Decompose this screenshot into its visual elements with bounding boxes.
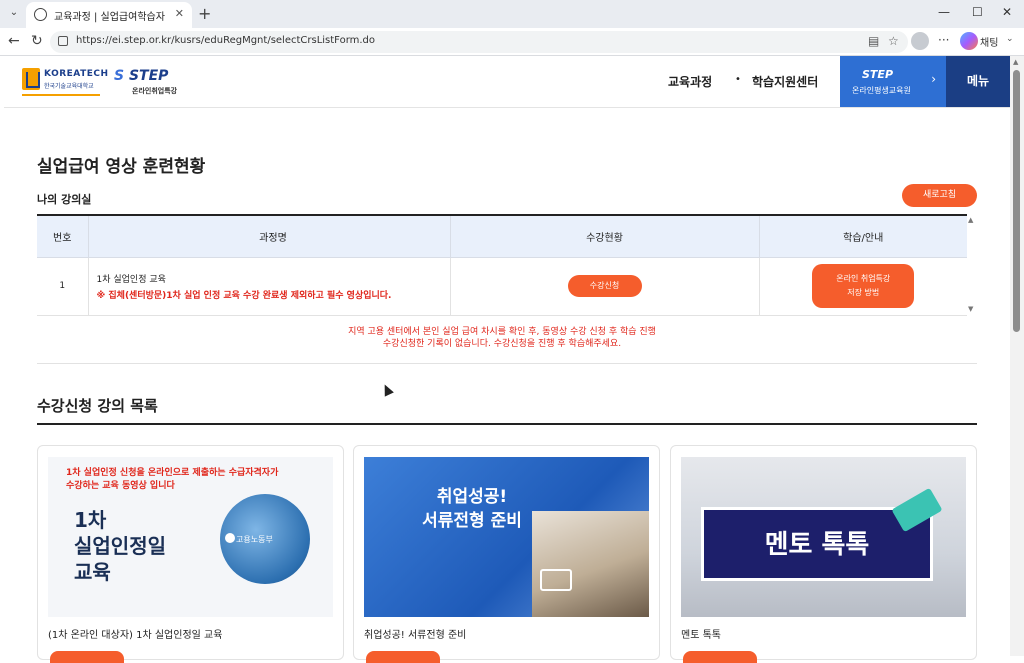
scrollbar-thumb[interactable] bbox=[1013, 70, 1020, 332]
col-header-no: 번호 bbox=[37, 215, 89, 258]
browser-tab[interactable]: 교육과정 | 실업급여학습자 ✕ bbox=[26, 2, 192, 28]
thumb-headline: 멘토 톡톡 bbox=[764, 530, 870, 560]
mouse-cursor-icon bbox=[380, 382, 394, 397]
course-card-title[interactable]: 멘토 톡톡 bbox=[681, 626, 721, 641]
menu-button[interactable]: 메뉴 bbox=[946, 56, 1010, 107]
close-window-icon[interactable]: ✕ bbox=[1002, 5, 1012, 19]
table-scroll-up-icon[interactable]: ▲ bbox=[968, 216, 973, 224]
address-bar-row: ← ↻ https://ei.step.or.kr/kusrs/eduRegMg… bbox=[0, 28, 1024, 56]
course-card-title[interactable]: (1차 온라인 대상자) 1차 실업인정일 교육 bbox=[48, 626, 222, 641]
course-name: 1차 실업인정 교육 bbox=[96, 274, 166, 285]
reader-icon[interactable]: ▤ bbox=[868, 34, 879, 48]
maximize-icon[interactable]: ☐ bbox=[972, 5, 983, 19]
chevron-right-icon: › bbox=[931, 72, 936, 86]
row-status: 수강신청 bbox=[450, 257, 760, 316]
koreatech-logo-icon[interactable] bbox=[22, 68, 40, 90]
banner-title: STEP bbox=[862, 68, 894, 81]
section-divider bbox=[37, 363, 977, 364]
notice-line1: 지역 고용 센터에서 본인 실업 급여 차시를 확인 후, 동영상 수강 신청 … bbox=[348, 327, 656, 337]
close-icon[interactable]: ✕ bbox=[175, 7, 184, 20]
table-header-row: 번호 과정명 수강현황 학습/안내 bbox=[37, 215, 967, 258]
ministry-badge: 고용노동부 bbox=[236, 535, 273, 544]
ministry-emblem-icon bbox=[225, 533, 235, 543]
star-icon[interactable]: ☆ bbox=[888, 34, 899, 48]
tab-menu-icon[interactable]: ⌄ bbox=[6, 5, 22, 21]
course-card[interactable]: 멘토 톡톡 멘토 톡톡 bbox=[670, 445, 977, 663]
profile-icon[interactable] bbox=[911, 32, 929, 50]
notice-line2: 수강신청한 기록이 없습니다. 수강신청을 진행 후 학습해주세요. bbox=[382, 339, 622, 349]
step-logo[interactable]: S STEP bbox=[114, 68, 168, 84]
page-title: 실업급여 영상 훈련현황 bbox=[37, 157, 206, 177]
thumb-notice-line1: 1차 실업인정 신청을 온라인으로 제출하는 수급자격자가 bbox=[66, 468, 279, 478]
row-guide: 온라인 취업특강 저장 방법 bbox=[759, 257, 967, 316]
id-card-icon bbox=[540, 569, 572, 591]
more-icon[interactable]: ··· bbox=[938, 33, 949, 47]
plus-icon[interactable]: + bbox=[198, 4, 211, 23]
url-text[interactable]: https://ei.step.or.kr/kusrs/eduRegMgnt/s… bbox=[76, 35, 375, 46]
site-header: KOREATECH 한국기술교육대학교 S STEP 온라인취업특강 교육과정 … bbox=[4, 56, 1010, 108]
guide-line1: 온라인 취업특강 bbox=[836, 274, 891, 283]
thumb-headline-line1: 1차 bbox=[74, 508, 107, 532]
refresh-button[interactable]: 새로고침 bbox=[902, 184, 977, 207]
col-header-name: 과정명 bbox=[88, 215, 451, 258]
back-icon[interactable]: ← bbox=[8, 33, 20, 49]
course-card-button[interactable] bbox=[366, 651, 440, 663]
table-scroll-down-icon[interactable]: ▼ bbox=[968, 305, 973, 313]
row-course-name: 1차 실업인정 교육 ※ 집체(센터방문)1차 실업 인정 교육 수강 완료생 … bbox=[88, 257, 451, 316]
step-sub[interactable]: 온라인취업특강 bbox=[132, 86, 177, 96]
nav-support-center[interactable]: 학습지원센터 bbox=[752, 73, 818, 90]
address-bar[interactable]: https://ei.step.or.kr/kusrs/eduRegMgnt/s… bbox=[50, 31, 908, 53]
course-card[interactable]: 취업성공! 서류전형 준비 취업성공! 서류전형 준비 bbox=[353, 445, 660, 663]
globe-icon bbox=[34, 8, 47, 21]
course-note: ※ 집체(센터방문)1차 실업 인정 교육 수강 완료생 제외하고 필수 영상입… bbox=[96, 290, 392, 301]
my-course-table: 번호 과정명 수강현황 학습/안내 1 1차 실업인정 교육 ※ 집체(센터방문… bbox=[37, 214, 967, 316]
col-header-guide: 학습/안내 bbox=[759, 215, 967, 258]
scroll-up-icon[interactable]: ▲ bbox=[1013, 58, 1018, 66]
notice-message: 지역 고용 센터에서 본인 실업 급여 차시를 확인 후, 동영상 수강 신청 … bbox=[37, 326, 967, 350]
step-brand-text: STEP bbox=[128, 68, 169, 84]
course-card-title[interactable]: 취업성공! 서류전형 준비 bbox=[364, 626, 466, 641]
page-scrollbar[interactable]: ▲ bbox=[1010, 56, 1024, 656]
thumb-headline: 1차 실업인정일 교육 bbox=[74, 507, 166, 585]
col-header-status: 수강현황 bbox=[450, 215, 760, 258]
browser-titlebar: ⌄ 교육과정 | 실업급여학습자 ✕ + — ☐ ✕ bbox=[0, 0, 1024, 28]
koreatech-underline bbox=[22, 94, 100, 96]
nav-separator: • bbox=[735, 74, 741, 85]
nav-courses[interactable]: 교육과정 bbox=[668, 73, 712, 90]
minimize-icon[interactable]: — bbox=[938, 5, 950, 19]
step-lifelong-banner[interactable]: STEP 온라인평생교육원 › bbox=[840, 56, 946, 107]
thumb-headline: 취업성공! 서류전형 준비 bbox=[392, 485, 552, 533]
chat-label[interactable]: 채팅 bbox=[980, 34, 998, 49]
thumb-headline-line3: 교육 bbox=[74, 560, 111, 584]
thumb-notice-line2: 수강하는 교육 동영상 입니다 bbox=[66, 481, 175, 491]
reload-icon[interactable]: ↻ bbox=[31, 33, 43, 49]
banner-sub: 온라인평생교육원 bbox=[852, 86, 911, 95]
document-photo bbox=[532, 511, 649, 617]
koreatech-name[interactable]: KOREATECH bbox=[44, 69, 109, 79]
course-list-title: 수강신청 강의 목록 bbox=[37, 397, 158, 415]
row-no: 1 bbox=[37, 257, 89, 316]
apply-button[interactable]: 수강신청 bbox=[567, 275, 642, 297]
table-row: 1 1차 실업인정 교육 ※ 집체(센터방문)1차 실업 인정 교육 수강 완료… bbox=[37, 257, 967, 316]
course-card[interactable]: 1차 실업인정 신청을 온라인으로 제출하는 수급자격자가 수강하는 교육 동영… bbox=[37, 445, 344, 663]
save-guide-button[interactable]: 온라인 취업특강 저장 방법 bbox=[812, 264, 915, 308]
thumb-headline-line2: 실업인정일 bbox=[74, 534, 166, 558]
course-list-rule bbox=[37, 423, 977, 425]
thumb-notice: 1차 실업인정 신청을 온라인으로 제출하는 수급자격자가 수강하는 교육 동영… bbox=[66, 467, 326, 493]
section-title: 나의 강의실 bbox=[37, 193, 92, 206]
course-thumbnail[interactable]: 취업성공! 서류전형 준비 bbox=[364, 457, 649, 617]
course-card-button[interactable] bbox=[50, 651, 124, 663]
chevron-down-icon[interactable]: ⌄ bbox=[1006, 34, 1014, 44]
guide-line2: 저장 방법 bbox=[847, 288, 880, 297]
thumb-headline-line1: 취업성공! bbox=[436, 487, 508, 507]
copilot-icon[interactable] bbox=[960, 32, 978, 50]
thumb-headline-line2: 서류전형 준비 bbox=[422, 511, 522, 531]
course-thumbnail[interactable]: 멘토 톡톡 bbox=[681, 457, 966, 617]
koreatech-sub[interactable]: 한국기술교육대학교 bbox=[44, 81, 94, 90]
course-card-button[interactable] bbox=[683, 651, 757, 663]
tab-title: 교육과정 | 실업급여학습자 bbox=[54, 12, 165, 23]
lock-icon[interactable] bbox=[58, 36, 68, 46]
course-thumbnail[interactable]: 1차 실업인정 신청을 온라인으로 제출하는 수급자격자가 수강하는 교육 동영… bbox=[48, 457, 333, 617]
